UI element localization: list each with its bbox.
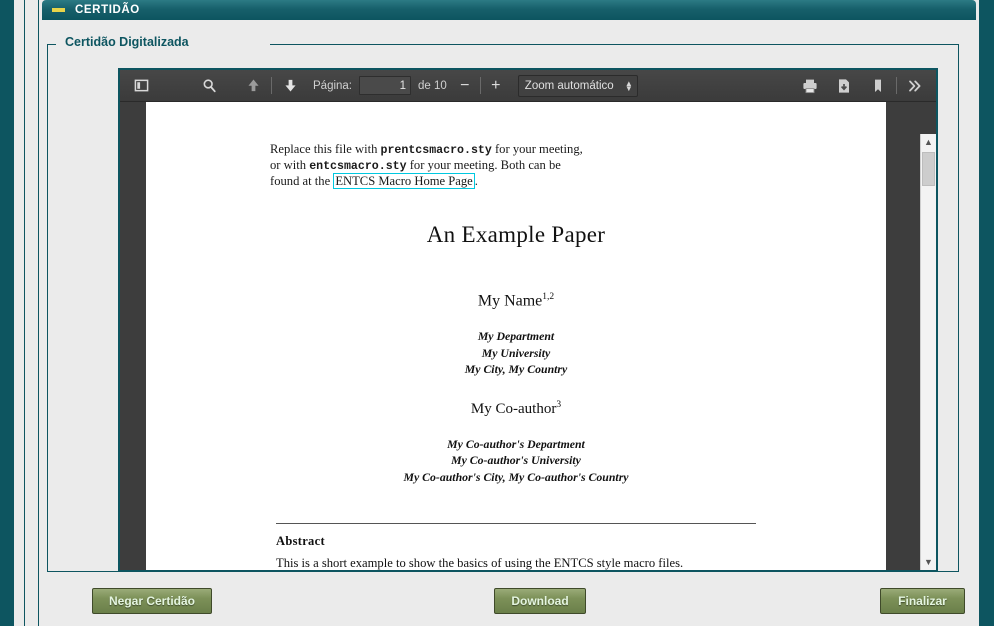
affiliation-line-3: My City, My Country (464, 362, 568, 377)
notice-text-3: or with (270, 158, 310, 172)
right-frame-rail (980, 0, 994, 626)
finalizar-button[interactable]: Finalizar (880, 588, 965, 614)
search-icon[interactable] (196, 74, 222, 98)
coauthor-affiliation-line-3: My Co-author's City, My Co-author's Coun… (403, 469, 629, 484)
certidao-digitalizada-fieldset: Certidão Digitalizada Página: 1 de 10 − … (47, 35, 959, 572)
left-inner-border (24, 0, 25, 626)
author-footnote-marker: 1,2 (542, 292, 555, 302)
arrow-down-icon[interactable] (277, 74, 303, 98)
scrollbar-thumb[interactable] (922, 152, 935, 186)
bookmark-icon[interactable] (865, 74, 891, 98)
coauthor-affiliation-line-2: My Co-author's University (451, 453, 581, 468)
coauthor-name: My Co-author (470, 400, 557, 417)
fieldset-border-right (270, 44, 958, 45)
scroll-down-arrow-icon[interactable]: ▼ (921, 554, 936, 570)
abstract-body: This is a short example to show the basi… (276, 556, 684, 570)
fieldset-border-left (48, 44, 56, 45)
double-chevron-right-icon[interactable] (902, 74, 928, 98)
coauthor-footnote-marker: 3 (556, 399, 562, 410)
pdf-viewer: Página: de 10 − + Zoom automático ▲▼ (118, 68, 938, 572)
zoom-out-button[interactable]: − (455, 77, 475, 94)
entcs-macro-home-page-link[interactable]: ENTCS Macro Home Page (333, 173, 475, 189)
abstract-divider (276, 523, 756, 525)
app-panel: CERTIDÃO Certidão Digitalizada Página: 1… (38, 0, 980, 626)
pdf-toolbar: Página: de 10 − + Zoom automático ▲▼ (120, 70, 936, 102)
scroll-up-arrow-icon[interactable]: ▲ (921, 134, 936, 150)
coauthor-affiliation-line-1: My Co-author's Department (447, 436, 585, 451)
toolbar-separator (271, 77, 272, 94)
macro-notice: Replace this file with prentcsmacro.sty … (262, 142, 770, 189)
fieldset-legend: Certidão Digitalizada (60, 35, 194, 49)
affiliation-line-1: My Department (477, 329, 555, 344)
notice-text-4: for your meeting. Both can be (406, 158, 561, 172)
page-total-label: de 10 (418, 79, 447, 92)
chevron-updown-icon: ▲ ▼ (624, 78, 633, 93)
author-name: My Name (477, 292, 543, 310)
page-label: Página: (313, 79, 353, 92)
section-title: CERTIDÃO (75, 4, 140, 16)
print-icon[interactable] (797, 74, 823, 98)
zoom-select[interactable]: Zoom automático ▲ ▼ (517, 74, 638, 97)
author-affiliation: My Department My University My City, My … (146, 328, 886, 378)
notice-mono-2: entcsmacro.sty (309, 160, 407, 173)
arrow-up-icon[interactable] (240, 74, 266, 98)
sidebar-toggle-icon[interactable] (128, 74, 154, 98)
pdf-vertical-scrollbar[interactable]: ▲ ▼ (920, 134, 936, 570)
notice-text-5: found at the (270, 174, 334, 188)
zoom-select-value: Zoom automático (524, 79, 614, 92)
paper-author: My Name1,2 (146, 292, 886, 310)
download-button[interactable]: Download (494, 588, 586, 614)
zoom-in-button[interactable]: + (486, 77, 506, 94)
negar-certidao-button[interactable]: Negar Certidão (92, 588, 212, 614)
download-icon[interactable] (831, 74, 857, 98)
coauthor-affiliation: My Co-author's Department My Co-author's… (146, 436, 886, 486)
toolbar-separator-3 (896, 77, 897, 94)
abstract-heading: Abstract (276, 534, 325, 549)
toolbar-separator-2 (479, 77, 481, 94)
pdf-stage: Replace this file with prentcsmacro.sty … (120, 102, 936, 570)
notice-text-6: . (474, 174, 478, 188)
page-number-input[interactable] (359, 76, 412, 95)
pdf-document-content: Replace this file with prentcsmacro.sty … (146, 102, 886, 570)
affiliation-line-2: My University (481, 345, 551, 360)
notice-text-1: Replace this file with (270, 142, 381, 156)
paper-title: An Example Paper (426, 222, 606, 247)
left-frame-rail (0, 0, 14, 626)
action-button-row: Negar Certidão Download Finalizar (39, 588, 979, 616)
section-header-certidao[interactable]: CERTIDÃO (42, 0, 976, 20)
minus-icon[interactable] (52, 8, 65, 12)
notice-mono-1: prentcsmacro.sty (380, 144, 492, 157)
paper-coauthor: My Co-author3 (146, 400, 886, 418)
notice-text-2: for your meeting, (491, 142, 583, 156)
pdf-page: Replace this file with prentcsmacro.sty … (146, 102, 886, 570)
